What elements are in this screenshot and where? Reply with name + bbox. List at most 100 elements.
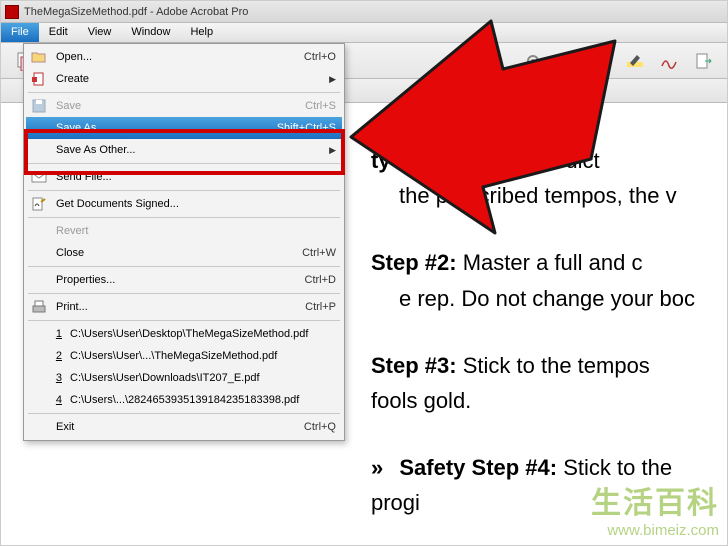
menu-separator <box>28 293 340 294</box>
gear-icon[interactable] <box>523 51 543 71</box>
menu-file[interactable]: File <box>1 23 39 42</box>
menu-item-shortcut: Shift+Ctrl+S <box>277 122 336 134</box>
menu-item-revert: Revert <box>26 220 342 242</box>
blank-icon <box>30 244 48 262</box>
menu-item-label: Get Documents Signed... <box>56 198 336 210</box>
menu-separator <box>28 413 340 414</box>
blank-icon <box>30 347 44 365</box>
menu-item-exit[interactable]: Exit Ctrl+Q <box>26 416 342 438</box>
blank-icon <box>30 418 48 436</box>
print-icon <box>30 298 48 316</box>
safety-step-3: Step #3: Stick to the tempos fools gold. <box>371 348 727 418</box>
sign-icon <box>30 195 48 213</box>
acrobat-app-icon <box>5 5 19 19</box>
menu-item-label: Close <box>56 247 294 259</box>
menu-separator <box>28 92 340 93</box>
blank-icon <box>30 369 44 387</box>
export-tool-icon[interactable] <box>693 51 713 71</box>
menu-item-get-documents-signed[interactable]: Get Documents Signed... <box>26 193 342 215</box>
recent-file-item[interactable]: 4 C:\Users\...\2824653935139184235183398.… <box>26 389 342 411</box>
chevron-right-icon: ▶ <box>329 74 336 85</box>
menu-item-label: C:\Users\User\Desktop\TheMegaSizeMethod.… <box>70 328 336 340</box>
watermark: 生活百科 www.bimeiz.com <box>591 478 719 539</box>
menu-item-label: Create <box>56 73 315 85</box>
menu-item-label: Print... <box>56 301 297 313</box>
menu-help[interactable]: Help <box>180 23 223 42</box>
menu-item-send-file[interactable]: Send File... <box>26 166 342 188</box>
menu-item-properties[interactable]: Properties... Ctrl+D <box>26 269 342 291</box>
title-bar: TheMegaSizeMethod.pdf - Adobe Acrobat Pr… <box>1 1 727 23</box>
menu-item-shortcut: Ctrl+O <box>304 51 336 63</box>
watermark-line2: www.bimeiz.com <box>591 522 719 539</box>
menu-item-label: Save As... <box>56 122 269 134</box>
blank-icon <box>30 271 48 289</box>
comment-green-icon[interactable] <box>591 51 611 71</box>
menu-item-label: Send File... <box>56 171 336 183</box>
open-folder-icon <box>30 48 48 66</box>
recent-file-item[interactable]: 3 C:\Users\User\Downloads\IT207_E.pdf <box>26 367 342 389</box>
menu-window[interactable]: Window <box>121 23 180 42</box>
step-label: Safety Step #4: <box>399 455 557 480</box>
create-icon <box>30 70 48 88</box>
blank-icon <box>30 119 48 137</box>
highlight-tool-icon[interactable] <box>625 51 645 71</box>
recent-num: 2 <box>52 350 62 362</box>
recent-num: 4 <box>52 394 62 406</box>
step-body: e tempos dict <box>469 148 600 173</box>
step-label: Step #2: <box>371 250 457 275</box>
menu-item-save-as[interactable]: Save As... Shift+Ctrl+S <box>26 117 342 139</box>
menu-separator <box>28 266 340 267</box>
save-icon <box>30 97 48 115</box>
menu-separator <box>28 163 340 164</box>
menu-item-shortcut: Ctrl+S <box>305 100 336 112</box>
menu-item-save-as-other[interactable]: Save As Other... ▶ <box>26 139 342 161</box>
recent-num: 1 <box>52 328 62 340</box>
menu-item-shortcut: Ctrl+W <box>302 247 336 259</box>
send-icon <box>30 168 48 186</box>
menu-item-close[interactable]: Close Ctrl+W <box>26 242 342 264</box>
menu-item-shortcut: Ctrl+Q <box>304 421 336 433</box>
menu-item-label: Revert <box>56 225 336 237</box>
menu-item-shortcut: Ctrl+P <box>305 301 336 313</box>
recent-file-item[interactable]: 2 C:\Users\User\...\TheMegaSizeMethod.pdf <box>26 345 342 367</box>
menu-item-save: Save Ctrl+S <box>26 95 342 117</box>
blank-icon <box>30 391 44 409</box>
menu-item-label: Exit <box>56 421 296 433</box>
step-sub: e rep. Do not change your boc <box>371 281 727 316</box>
menu-item-open[interactable]: Open... Ctrl+O <box>26 46 342 68</box>
blank-icon <box>30 141 48 159</box>
file-menu-dropdown: Open... Ctrl+O Create ▶ Save Ctrl+S Save As...… <box>23 43 345 441</box>
menu-separator <box>28 217 340 218</box>
step-body: Stick to the tempos <box>463 353 650 378</box>
step-label: ty Step # <box>371 148 463 173</box>
recent-num: 3 <box>52 372 62 384</box>
menu-item-label: C:\Users\User\...\TheMegaSizeMethod.pdf <box>70 350 336 362</box>
watermark-line1: 生活百科 <box>591 478 719 522</box>
menu-view[interactable]: View <box>78 23 122 42</box>
recent-file-item[interactable]: 1 C:\Users\User\Desktop\TheMegaSizeMethod… <box>26 323 342 345</box>
step-sub: fools gold. <box>371 383 727 418</box>
menu-bar: File Edit View Window Help <box>1 23 727 43</box>
step-sub: the prescribed tempos, the v <box>371 178 727 213</box>
menu-item-label: Save As Other... <box>56 144 315 156</box>
signature-tool-icon[interactable] <box>659 51 679 71</box>
safety-step-2: Step #2: Master a full and c e rep. Do n… <box>371 245 727 315</box>
menu-item-label: Open... <box>56 51 296 63</box>
window-title: TheMegaSizeMethod.pdf - Adobe Acrobat Pr… <box>24 6 248 18</box>
step-label: Step #3: <box>371 353 457 378</box>
menu-item-label: Save <box>56 100 297 112</box>
menu-item-label: C:\Users\User\Downloads\IT207_E.pdf <box>70 372 336 384</box>
menu-item-label: Properties... <box>56 274 297 286</box>
blank-icon <box>30 222 48 240</box>
menu-edit[interactable]: Edit <box>39 23 78 42</box>
comment-tool-icon[interactable] <box>557 51 577 71</box>
menu-item-label: C:\Users\...\2824653935139184235183398.p… <box>70 394 336 406</box>
menu-item-shortcut: Ctrl+D <box>305 274 336 286</box>
menu-separator <box>28 320 340 321</box>
menu-item-create[interactable]: Create ▶ <box>26 68 342 90</box>
menu-separator <box>28 190 340 191</box>
menu-item-print[interactable]: Print... Ctrl+P <box>26 296 342 318</box>
chevron-right-icon: ▶ <box>329 145 336 156</box>
blank-icon <box>30 325 44 343</box>
safety-step-1: ty Step # e tempos dict the prescribed t… <box>371 143 727 213</box>
